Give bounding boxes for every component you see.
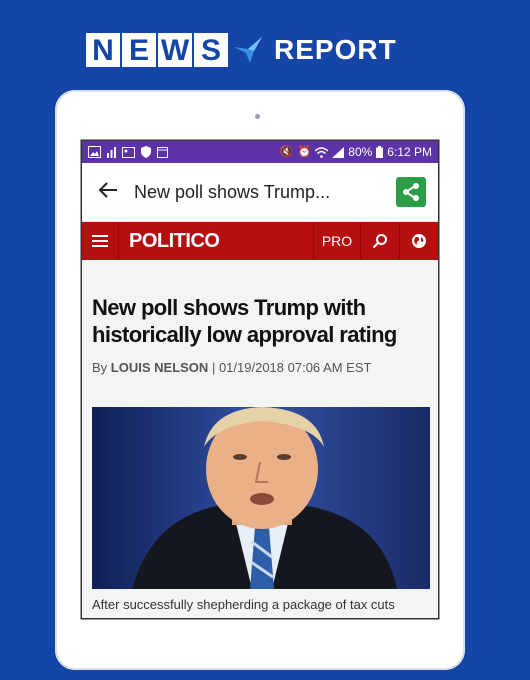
shield-icon	[141, 146, 151, 158]
share-icon	[403, 183, 419, 201]
article-byline: By LOUIS NELSON | 01/19/2018 07:06 AM ES…	[92, 360, 428, 375]
author-link[interactable]: LOUIS NELSON	[111, 360, 209, 375]
article-photo[interactable]	[92, 407, 430, 589]
pro-button[interactable]: PRO	[313, 222, 360, 260]
mute-icon: 🔇	[279, 146, 294, 158]
report-label: REPORT	[274, 34, 397, 65]
article-content: New poll shows Trump with historically l…	[82, 260, 438, 618]
battery-icon	[376, 146, 384, 158]
chart-icon	[107, 146, 116, 158]
tablet-frame: 🔇 ⏰ 80% 6:12 PM New poll shows Trump...	[55, 90, 465, 670]
promo-logo: N E W S REPORT	[86, 30, 397, 70]
photo-caption: After successfully shepherding a package…	[92, 597, 395, 612]
menu-icon[interactable]	[82, 222, 119, 260]
news-logo: N E W S	[86, 33, 230, 67]
portrait-image	[92, 407, 430, 589]
status-left-icons	[88, 146, 168, 158]
news-letter-s: S	[194, 33, 228, 67]
status-right-icons: 🔇 ⏰ 80% 6:12 PM	[280, 145, 432, 159]
politico-nav-bar: POLITICO PRO	[82, 222, 438, 260]
news-letter-e: E	[122, 33, 156, 67]
battery-percent: 80%	[348, 145, 373, 159]
gallery-icon	[88, 146, 101, 158]
share-button[interactable]	[396, 177, 426, 207]
byline-prefix: By	[92, 360, 108, 375]
signal-icon	[332, 146, 345, 158]
calendar-icon	[157, 147, 168, 158]
status-time: 6:12 PM	[387, 145, 432, 159]
search-button[interactable]	[360, 222, 399, 260]
news-letter-n: N	[86, 33, 120, 67]
politico-logo[interactable]: POLITICO	[119, 222, 313, 260]
search-icon	[372, 234, 387, 249]
app-bar: New poll shows Trump...	[82, 163, 438, 222]
tablet-screen: 🔇 ⏰ 80% 6:12 PM New poll shows Trump...	[82, 141, 438, 618]
byline-separator: |	[211, 360, 216, 375]
back-arrow-icon[interactable]	[82, 179, 134, 205]
article-headline: New poll shows Trump with historically l…	[92, 295, 397, 347]
article-date: 01/19/2018 07:06 AM EST	[218, 360, 372, 375]
news-letter-w: W	[158, 33, 192, 67]
page-title: New poll shows Trump...	[134, 181, 331, 202]
status-bar: 🔇 ⏰ 80% 6:12 PM	[82, 141, 438, 163]
bird-icon	[234, 37, 262, 63]
globe-button[interactable]	[399, 222, 438, 260]
wifi-icon	[315, 146, 329, 158]
camera-dot	[255, 114, 260, 119]
image-icon	[122, 146, 135, 158]
alarm-icon: ⏰	[297, 146, 312, 158]
globe-icon	[412, 234, 426, 248]
